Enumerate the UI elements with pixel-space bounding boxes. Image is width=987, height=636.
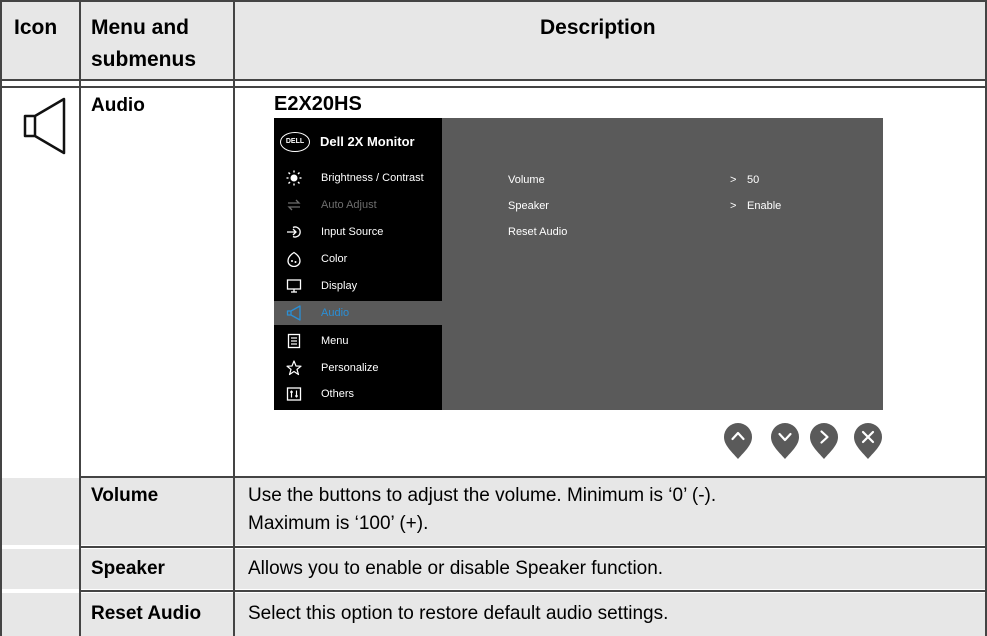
row-desc-speaker: Allows you to enable or disable Speaker … [248, 558, 664, 579]
column-divider-menu [233, 0, 235, 636]
input-source-icon [287, 226, 301, 238]
osd-menu-item-display[interactable]: Display [274, 274, 442, 298]
osd-menu-item-label: Brightness / Contrast [321, 172, 424, 184]
header-divider-bottom [0, 86, 987, 88]
osd-option-speaker-label[interactable]: Speaker [508, 198, 549, 214]
dell-logo: DELL [280, 132, 310, 152]
osd-menu-item-auto-adjust: Auto Adjust [274, 193, 442, 217]
osd-menu-item-brightness-contrast[interactable]: Brightness / Contrast [274, 166, 442, 190]
osd-menu-item-label: Menu [321, 335, 349, 347]
header-menu-line2: submenus [91, 48, 197, 71]
osd-menu: DELL Dell 2X Monitor Brightness / Contra… [274, 118, 883, 410]
osd-option-speaker-value: Enable [747, 200, 782, 212]
osd-sidebar: DELL Dell 2X Monitor Brightness / Contra… [274, 118, 442, 410]
audio-label: Audio [91, 95, 145, 116]
row-divider-3 [80, 590, 987, 592]
row-divider-1 [80, 476, 987, 478]
row-label-speaker: Speaker [91, 558, 165, 579]
osd-menu-item-label: Others [321, 388, 355, 400]
table-border-left [0, 0, 2, 636]
osd-option-speaker-marker: > [730, 200, 737, 212]
row-desc-reset-audio: Select this option to restore default au… [248, 603, 669, 624]
osd-option-reset-audio-label[interactable]: Reset Audio [508, 224, 567, 240]
row-label-reset-audio: Reset Audio [91, 603, 202, 624]
down-button[interactable] [770, 422, 800, 460]
osd-menu-item-color[interactable]: Color [274, 247, 442, 271]
osd-menu-item-others[interactable]: Others [274, 382, 442, 406]
audio-menu-table: Icon Menu and submenus Description Audio… [0, 0, 987, 636]
osd-menu-item-audio[interactable]: Audio [274, 301, 442, 325]
up-button[interactable] [723, 422, 753, 460]
header-description: Description [540, 16, 656, 39]
header-divider-top [0, 79, 987, 81]
header-menu-line1: Menu and [91, 16, 189, 39]
osd-menu-item-label: Personalize [321, 362, 379, 374]
column-divider-icon [79, 0, 81, 636]
others-icon [286, 387, 302, 401]
osd-menu-item-personalize[interactable]: Personalize [274, 356, 442, 380]
osd-menu-item-label: Input Source [321, 226, 384, 238]
osd-menu-item-label: Display [321, 280, 358, 292]
row-desc-volume-line1: Use the buttons to adjust the volume. Mi… [248, 485, 717, 506]
osd-option-volume-marker: > [730, 174, 737, 186]
header-icon: Icon [14, 16, 58, 39]
osd-menu-item-menu[interactable]: Menu [274, 329, 442, 353]
row-divider-2 [80, 546, 987, 548]
close-button[interactable] [853, 422, 883, 460]
menu-icon [287, 333, 301, 349]
auto-adjust-icon [287, 199, 301, 211]
display-icon [286, 279, 302, 293]
star-icon [286, 360, 302, 376]
row-label-volume: Volume [91, 485, 159, 506]
color-icon [287, 251, 301, 267]
brightness-icon [286, 170, 302, 186]
osd-menu-item-label: Color [321, 253, 348, 265]
right-button[interactable] [809, 422, 839, 460]
osd-title: Dell 2X Monitor [320, 134, 415, 149]
osd-menu-item-label: Auto Adjust [321, 199, 377, 211]
model-name: E2X20HS [274, 93, 362, 115]
audio-icon [286, 305, 301, 321]
row-desc-volume-line2: Maximum is ‘100’ (+). [248, 513, 429, 534]
osd-option-volume-value: 50 [747, 174, 760, 186]
speaker-icon [23, 97, 66, 155]
osd-menu-item-input-source[interactable]: Input Source [274, 220, 442, 244]
osd-option-volume-label[interactable]: Volume [508, 172, 545, 188]
table-border-top [0, 0, 987, 2]
osd-menu-item-label: Audio [321, 307, 350, 319]
